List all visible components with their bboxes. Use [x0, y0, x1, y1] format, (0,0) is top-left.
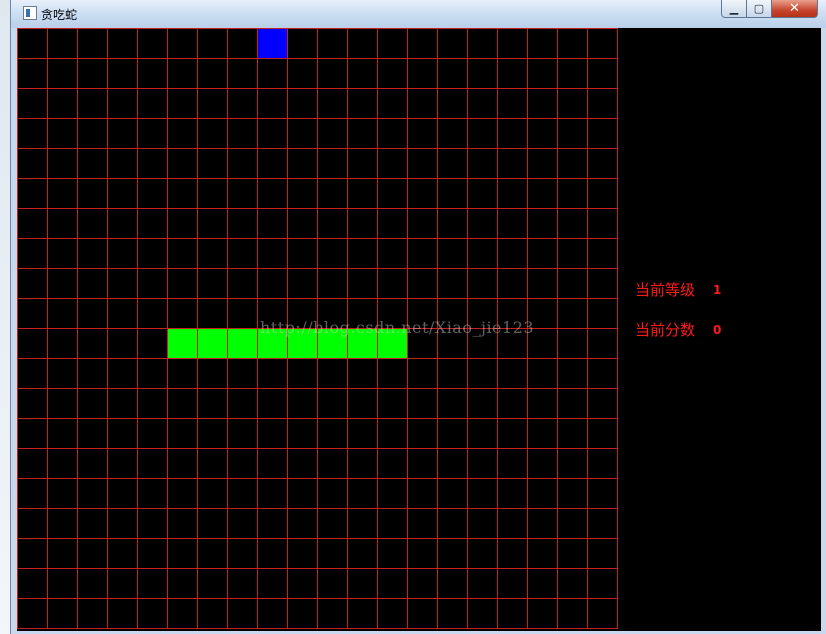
close-icon: ✕	[789, 1, 800, 16]
window-title: 贪吃蛇	[41, 8, 78, 22]
snake-segment	[198, 329, 227, 358]
snake-segment	[168, 329, 197, 358]
game-canvas[interactable]: http://blog.csdn.net/Xiao_jie123 当前等级 1 …	[17, 28, 821, 631]
window-controls: ▁ ▢ ✕	[721, 0, 818, 20]
title-bar[interactable]: 贪吃蛇 ▁ ▢ ✕	[11, 0, 826, 28]
food-cell	[258, 29, 287, 58]
level-label: 当前等级	[635, 281, 696, 299]
watermark-text: http://blog.csdn.net/Xiao_jie123	[260, 318, 535, 337]
minimize-icon: ▁	[729, 2, 739, 15]
score-value: 0	[713, 322, 722, 337]
score-label: 当前分数	[635, 321, 696, 339]
score-stat: 当前分数 0	[635, 319, 721, 340]
level-stat: 当前等级 1	[635, 279, 721, 300]
app-icon[interactable]	[23, 6, 37, 20]
maximize-icon: ▢	[753, 2, 765, 15]
level-value: 1	[713, 282, 722, 297]
game-window: 贪吃蛇 ▁ ▢ ✕ http://blog.csdn.net/Xiao_jie1…	[10, 0, 826, 634]
snake-segment	[228, 329, 257, 358]
close-button[interactable]: ✕	[772, 0, 818, 18]
maximize-button[interactable]: ▢	[747, 0, 772, 18]
stats-panel: 当前等级 1 当前分数 0	[635, 28, 821, 628]
minimize-button[interactable]: ▁	[721, 0, 747, 18]
